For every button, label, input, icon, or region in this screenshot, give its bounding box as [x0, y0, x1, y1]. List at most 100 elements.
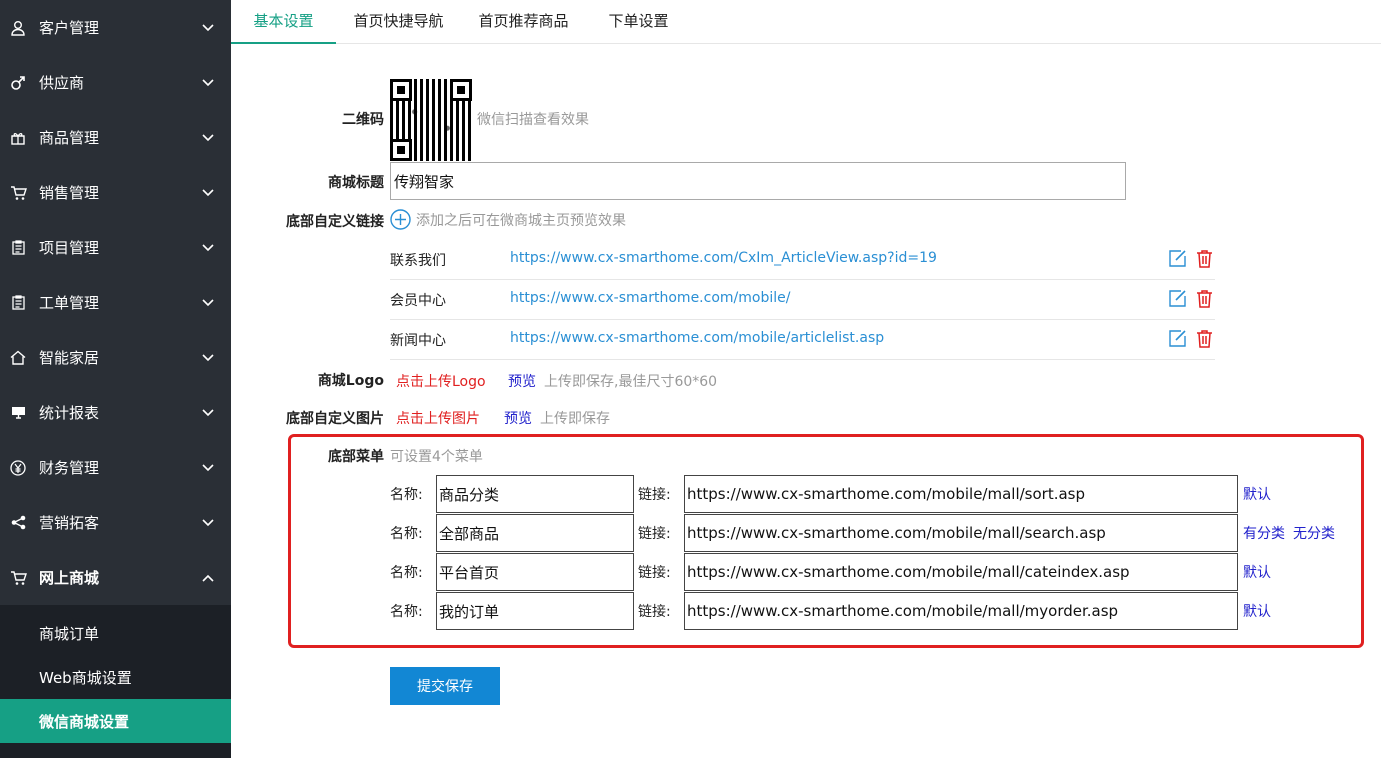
sidebar-item-products[interactable]: 商品管理	[0, 110, 231, 165]
menu-link-label: 链接:	[638, 604, 671, 620]
sidebar-item-suppliers[interactable]: 供应商	[0, 55, 231, 110]
footer-link-row: 联系我们 https://www.cx-smarthome.com/CxIm_A…	[390, 240, 1215, 280]
logo-preview-link[interactable]: 预览	[508, 371, 536, 391]
menu-with-category-link[interactable]: 有分类	[1243, 523, 1285, 543]
sidebar-item-customers[interactable]: 客户管理	[0, 0, 231, 55]
monitor-icon	[9, 404, 27, 422]
clipboard-icon	[9, 294, 27, 312]
footer-link-row: 新闻中心 https://www.cx-smarthome.com/mobile…	[390, 320, 1215, 360]
menu-name-label: 名称:	[390, 604, 423, 620]
trash-icon[interactable]	[1195, 289, 1214, 308]
footer-link-url[interactable]: https://www.cx-smarthome.com/mobile/	[510, 290, 790, 306]
footer-links-label: 底部自定义链接	[286, 214, 384, 230]
sidebar-submenu: 商城订单 Web商城设置 微信商城设置	[0, 605, 231, 758]
menu-url-input[interactable]: https://www.cx-smarthome.com/mobile/mall…	[684, 553, 1238, 591]
edit-icon[interactable]	[1168, 329, 1187, 348]
chevron-down-icon	[202, 298, 214, 306]
sidebar-item-label: 项目管理	[39, 239, 100, 257]
sidebar-item-smart-home[interactable]: 智能家居	[0, 330, 231, 385]
upload-logo-link[interactable]: 点击上传Logo	[396, 371, 486, 391]
chevron-down-icon	[202, 408, 214, 416]
menu-link-label: 链接:	[638, 565, 671, 581]
menu-link-label: 链接:	[638, 487, 671, 503]
tab-home-quick-nav[interactable]: 首页快捷导航	[336, 0, 461, 44]
edit-icon[interactable]	[1168, 249, 1187, 268]
footer-link-name: 新闻中心	[390, 333, 446, 349]
sidebar-item-sales[interactable]: 销售管理	[0, 165, 231, 220]
trash-icon[interactable]	[1195, 329, 1214, 348]
menu-default-link[interactable]: 默认	[1243, 484, 1271, 504]
clipboard-icon	[9, 239, 27, 257]
submit-save-button[interactable]: 提交保存	[390, 667, 500, 705]
logo-hint: 上传即保存,最佳尺寸60*60	[544, 374, 718, 390]
yen-icon	[9, 459, 27, 477]
sidebar-item-work-orders[interactable]: 工单管理	[0, 275, 231, 330]
sidebar-item-label: 客户管理	[39, 19, 100, 37]
image-hint: 上传即保存	[540, 411, 610, 427]
menu-name-input[interactable]: 我的订单	[436, 592, 634, 630]
tab-home-recommended[interactable]: 首页推荐商品	[461, 0, 586, 44]
menu-url-input[interactable]: https://www.cx-smarthome.com/mobile/mall…	[684, 475, 1238, 513]
qr-label: 二维码	[342, 112, 384, 128]
menu-name-label: 名称:	[390, 565, 423, 581]
cart-icon	[9, 184, 27, 202]
chevron-down-icon	[202, 353, 214, 361]
menu-url-input[interactable]: https://www.cx-smarthome.com/mobile/mall…	[684, 592, 1238, 630]
user-icon	[9, 19, 27, 37]
edit-icon[interactable]	[1168, 289, 1187, 308]
qr-code-image	[390, 79, 472, 161]
menu-default-link[interactable]: 默认	[1243, 601, 1271, 621]
sidebar-item-reports[interactable]: 统计报表	[0, 385, 231, 440]
sidebar-subitem-wechat-mall-settings[interactable]: 微信商城设置	[0, 699, 231, 743]
footer-link-name: 联系我们	[390, 253, 446, 269]
footer-link-row: 会员中心 https://www.cx-smarthome.com/mobile…	[390, 280, 1215, 320]
mall-title-input[interactable]: 传翔智家	[390, 162, 1126, 200]
sidebar-item-label: 商品管理	[39, 129, 100, 147]
menu-name-input[interactable]: 全部商品	[436, 514, 634, 552]
menu-name-input[interactable]: 平台首页	[436, 553, 634, 591]
sidebar-item-online-mall[interactable]: 网上商城	[0, 550, 231, 605]
qr-hint: 微信扫描查看效果	[477, 112, 589, 128]
sidebar-item-label: 工单管理	[39, 294, 100, 312]
chevron-up-icon	[202, 574, 214, 582]
chevron-down-icon	[202, 518, 214, 526]
menu-url-input[interactable]: https://www.cx-smarthome.com/mobile/mall…	[684, 514, 1238, 552]
male-icon	[9, 74, 27, 92]
sidebar-item-label: 统计报表	[39, 404, 100, 422]
chevron-down-icon	[202, 133, 214, 141]
sidebar-item-label: 智能家居	[39, 349, 100, 367]
footer-links-hint: 添加之后可在微商城主页预览效果	[416, 213, 626, 229]
menu-link-label: 链接:	[638, 526, 671, 542]
sidebar-item-label: 网上商城	[39, 569, 100, 587]
trash-icon[interactable]	[1195, 249, 1214, 268]
tab-basic-settings[interactable]: 基本设置	[231, 0, 336, 44]
upload-image-link[interactable]: 点击上传图片	[396, 408, 480, 428]
sidebar-item-label: 财务管理	[39, 459, 100, 477]
share-icon	[9, 514, 27, 532]
gift-icon	[9, 129, 27, 147]
sidebar-subitem-web-mall-settings[interactable]: Web商城设置	[0, 655, 231, 699]
menu-without-category-link[interactable]: 无分类	[1293, 523, 1335, 543]
footer-link-url[interactable]: https://www.cx-smarthome.com/CxIm_Articl…	[510, 250, 937, 266]
tab-order-settings[interactable]: 下单设置	[586, 0, 691, 44]
footer-menu-hint: 可设置4个菜单	[390, 449, 483, 465]
menu-name-input[interactable]: 商品分类	[436, 475, 634, 513]
menu-name-label: 名称:	[390, 526, 423, 542]
menu-default-link[interactable]: 默认	[1243, 562, 1271, 582]
footer-image-label: 底部自定义图片	[286, 411, 384, 427]
sidebar-item-projects[interactable]: 项目管理	[0, 220, 231, 275]
home-icon	[9, 349, 27, 367]
tab-bar: 基本设置 首页快捷导航 首页推荐商品 下单设置	[231, 0, 1381, 44]
footer-link-url[interactable]: https://www.cx-smarthome.com/mobile/arti…	[510, 330, 884, 346]
sidebar-item-finance[interactable]: 财务管理	[0, 440, 231, 495]
sidebar-item-marketing[interactable]: 营销拓客	[0, 495, 231, 550]
chevron-down-icon	[202, 23, 214, 31]
image-preview-link[interactable]: 预览	[504, 408, 532, 428]
chevron-down-icon	[202, 243, 214, 251]
sidebar-item-label: 销售管理	[39, 184, 100, 202]
sidebar-subitem-mall-orders[interactable]: 商城订单	[0, 611, 231, 655]
mall-title-label: 商城标题	[328, 175, 384, 191]
sidebar-item-label: 供应商	[39, 74, 85, 92]
sidebar-subitem-label: 商城订单	[39, 624, 100, 643]
add-circle-icon[interactable]	[390, 209, 411, 230]
